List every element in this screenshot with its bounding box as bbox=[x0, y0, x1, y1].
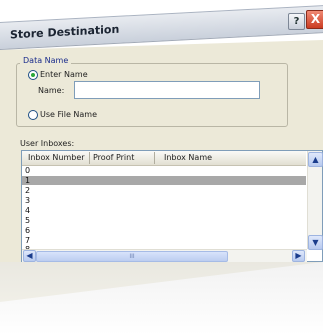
use-file-name-label: Use File Name bbox=[40, 110, 98, 119]
inbox-number-cell: 1 bbox=[25, 176, 31, 185]
scroll-down-icon[interactable]: ▼ bbox=[308, 235, 323, 250]
column-separator[interactable] bbox=[89, 152, 90, 164]
close-button[interactable]: X bbox=[306, 10, 323, 29]
horizontal-scroll-thumb[interactable]: III bbox=[36, 251, 228, 262]
enter-name-label: Enter Name bbox=[40, 70, 88, 79]
data-name-group-label: Data Name bbox=[20, 56, 72, 65]
vertical-scrollbar[interactable]: ▲ ▼ bbox=[307, 151, 323, 250]
column-separator[interactable] bbox=[154, 152, 155, 164]
name-field[interactable] bbox=[74, 81, 260, 99]
table-row-selected[interactable]: 1 bbox=[22, 176, 306, 185]
help-button[interactable]: ? bbox=[288, 13, 305, 30]
horizontal-scrollbar[interactable]: ◀ III ▶ bbox=[22, 249, 307, 262]
table-row[interactable]: 3 bbox=[22, 196, 306, 205]
inbox-number-cell: 2 bbox=[25, 186, 31, 195]
column-header-inbox-number[interactable]: Inbox Number bbox=[28, 153, 85, 162]
inbox-number-cell: 6 bbox=[25, 226, 31, 235]
reflection-fade bbox=[0, 262, 323, 335]
user-inboxes-label: User Inboxes: bbox=[20, 139, 75, 148]
name-label: Name: bbox=[38, 86, 65, 95]
dialog-title: Store Destination bbox=[10, 22, 120, 42]
scroll-left-icon[interactable]: ◀ bbox=[23, 250, 36, 262]
table-row[interactable]: 2 bbox=[22, 186, 306, 195]
inbox-list[interactable]: Inbox Number Proof Print Inbox Name 0 1 … bbox=[21, 150, 323, 262]
inbox-number-cell: 7 bbox=[25, 236, 31, 245]
table-row[interactable]: 0 bbox=[22, 166, 306, 175]
inbox-list-header: Inbox Number Proof Print Inbox Name bbox=[22, 151, 306, 166]
table-row[interactable]: 7 bbox=[22, 236, 306, 245]
inbox-number-cell: 3 bbox=[25, 196, 31, 205]
column-header-inbox-name[interactable]: Inbox Name bbox=[164, 153, 212, 162]
inbox-number-cell: 0 bbox=[25, 166, 31, 175]
store-destination-dialog: Store Destination ? X Data Name Enter Na… bbox=[0, 0, 323, 335]
scroll-right-icon[interactable]: ▶ bbox=[292, 250, 305, 262]
scroll-up-icon[interactable]: ▲ bbox=[308, 152, 323, 167]
enter-name-radio[interactable] bbox=[28, 70, 38, 80]
table-row[interactable]: 6 bbox=[22, 226, 306, 235]
table-row[interactable]: 5 bbox=[22, 216, 306, 225]
inbox-number-cell: 4 bbox=[25, 206, 31, 215]
column-header-proof-print[interactable]: Proof Print bbox=[93, 153, 134, 162]
use-file-name-radio[interactable] bbox=[28, 110, 38, 120]
table-row[interactable]: 4 bbox=[22, 206, 306, 215]
inbox-number-cell: 5 bbox=[25, 216, 31, 225]
